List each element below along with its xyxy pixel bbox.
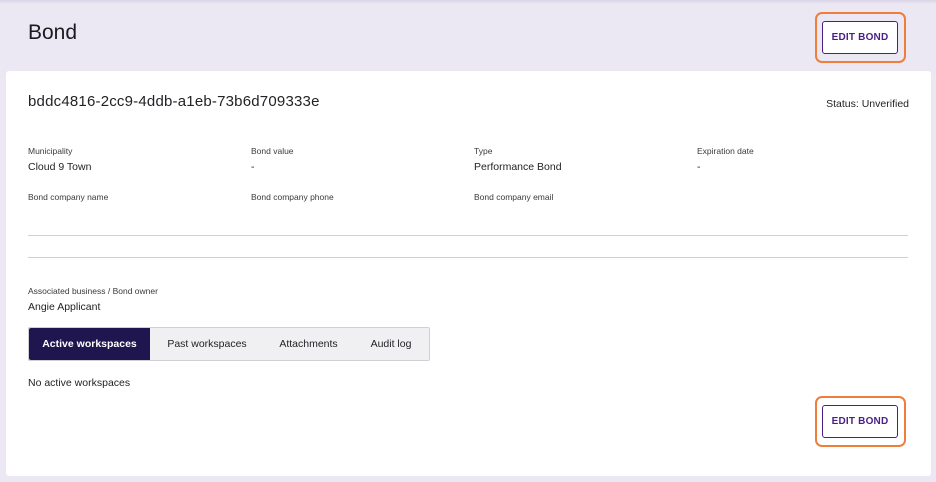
type-value: Performance Bond bbox=[474, 161, 562, 173]
divider bbox=[28, 235, 908, 236]
expiration-date-value: - bbox=[697, 161, 701, 173]
tab-active-workspaces[interactable]: Active workspaces bbox=[29, 328, 150, 360]
bond-owner-value: Angie Applicant bbox=[28, 301, 101, 313]
status-text: Status: Unverified bbox=[826, 98, 909, 110]
page-title: Bond bbox=[28, 21, 78, 44]
bond-value-label: Bond value bbox=[251, 146, 294, 156]
bond-id: bddc4816-2cc9-4ddb-a1eb-73b6d709333e bbox=[28, 93, 320, 110]
bond-company-email-label: Bond company email bbox=[474, 192, 554, 202]
bond-owner-label: Associated business / Bond owner bbox=[28, 286, 158, 296]
tab-attachments[interactable]: Attachments bbox=[264, 328, 353, 360]
expiration-date-label: Expiration date bbox=[697, 146, 754, 156]
edit-bond-button-bottom[interactable]: EDIT BOND bbox=[822, 405, 898, 438]
municipality-label: Municipality bbox=[28, 146, 73, 156]
bond-value-value: - bbox=[251, 161, 255, 173]
bond-company-phone-label: Bond company phone bbox=[251, 192, 334, 202]
no-workspaces-message: No active workspaces bbox=[28, 377, 131, 389]
bond-details-card: bddc4816-2cc9-4ddb-a1eb-73b6d709333e Sta… bbox=[6, 71, 931, 476]
tab-audit-log[interactable]: Audit log bbox=[353, 328, 429, 360]
header-shadow bbox=[0, 0, 936, 4]
edit-bond-button-top[interactable]: EDIT BOND bbox=[822, 21, 898, 54]
workspace-tabs: Active workspaces Past workspaces Attach… bbox=[28, 327, 430, 361]
divider bbox=[28, 257, 908, 258]
bond-company-name-label: Bond company name bbox=[28, 192, 109, 202]
tab-past-workspaces[interactable]: Past workspaces bbox=[150, 328, 264, 360]
type-label: Type bbox=[474, 146, 493, 156]
municipality-value: Cloud 9 Town bbox=[28, 161, 92, 173]
